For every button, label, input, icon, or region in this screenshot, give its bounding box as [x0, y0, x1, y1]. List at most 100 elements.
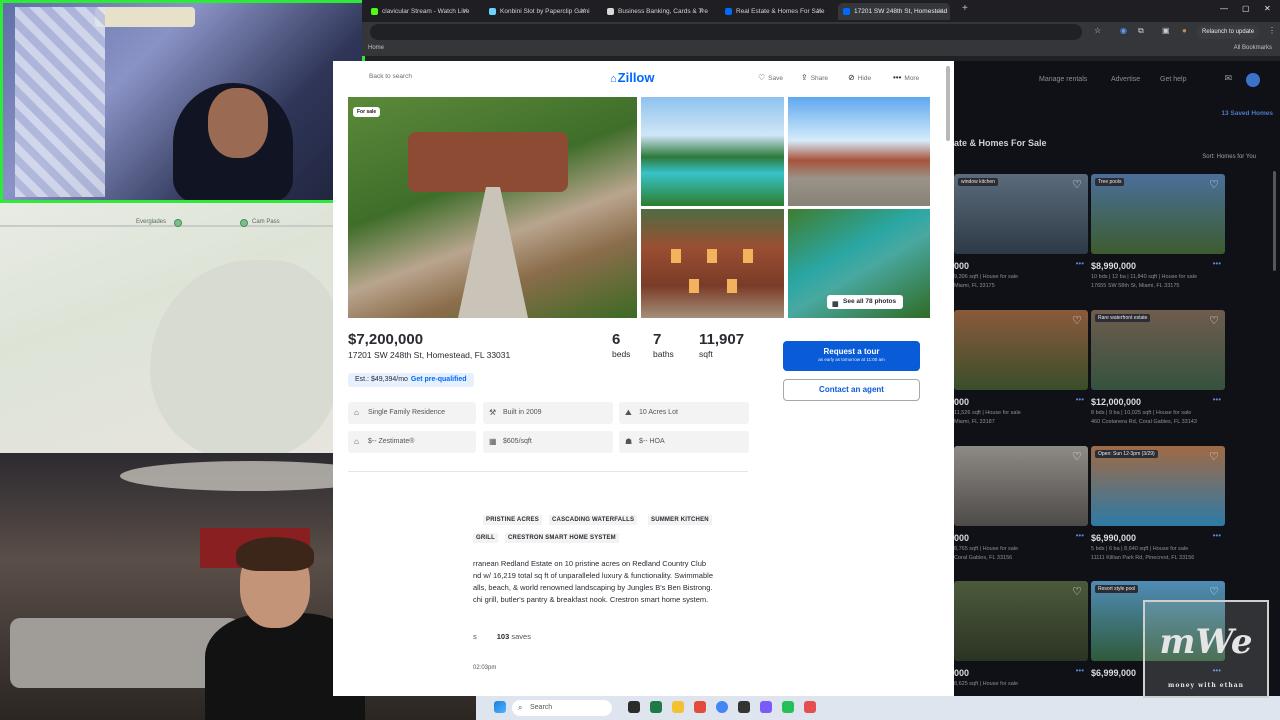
listing-card[interactable]: Tree pools ♡ $8,990,000 ••• 10 bds | 12 ba |…	[1091, 174, 1225, 302]
back-to-search-link[interactable]: Back to search	[369, 73, 412, 80]
heart-icon[interactable]: ♡	[1072, 585, 1082, 598]
more-button[interactable]: ••• More	[893, 73, 919, 82]
more-icon[interactable]: •••	[1213, 531, 1221, 540]
more-icon[interactable]: •••	[1076, 666, 1084, 675]
more-icon[interactable]: •••	[1076, 531, 1084, 540]
more-icon[interactable]: •••	[1076, 395, 1084, 404]
listing-photo[interactable]	[954, 174, 1088, 254]
listing-card[interactable]: ♡ 000 ••• 11,526 sqft | House for sale Miami…	[954, 310, 1088, 438]
nav-get-help[interactable]: Get help	[1160, 76, 1186, 83]
task-view-icon[interactable]	[628, 701, 640, 713]
photo-pool[interactable]	[641, 97, 784, 206]
windows-start-icon[interactable]	[494, 701, 506, 713]
listing-photo[interactable]	[954, 446, 1088, 526]
tab-real-estate[interactable]: Real Estate & Homes For Sale ✕	[720, 3, 828, 20]
all-bookmarks[interactable]: All Bookmarks	[1234, 45, 1272, 51]
star-icon[interactable]: ☆	[1094, 26, 1101, 35]
close-icon[interactable]: ✕	[580, 3, 586, 20]
map-panel[interactable]: Everglades Cam Pass	[0, 200, 333, 455]
close-icon[interactable]: ✕	[816, 3, 822, 20]
close-icon[interactable]: ✕	[462, 3, 468, 20]
more-icon[interactable]: •••	[1076, 259, 1084, 268]
heart-icon[interactable]: ♡	[1209, 585, 1219, 598]
puzzle-icon[interactable]: ⧉	[1138, 26, 1144, 36]
webcam-top	[0, 0, 365, 203]
more-icon[interactable]: •••	[1213, 259, 1221, 268]
bell-icon[interactable]: ✉	[1224, 73, 1232, 84]
app-icon[interactable]	[694, 701, 706, 713]
map-label: Cam Pass	[252, 219, 280, 225]
taskbar-search[interactable]: ⌕ Search	[512, 700, 612, 716]
chip-label: Built in 2009	[503, 409, 542, 416]
map-pin-icon[interactable]	[174, 219, 182, 227]
minimize-icon[interactable]: —	[1220, 4, 1228, 13]
scrollbar[interactable]	[1273, 171, 1276, 271]
more-icon[interactable]: •••	[1213, 395, 1221, 404]
tab-konbini[interactable]: Konbini Slot by Paperclip Gami ✕	[484, 3, 592, 20]
close-icon[interactable]: ✕	[698, 3, 704, 20]
profile-avatar[interactable]: ●	[1182, 26, 1187, 35]
tab-listing[interactable]: 17201 SW 248th St, Homestead ✕	[838, 3, 950, 20]
heart-icon[interactable]: ♡	[1072, 178, 1082, 191]
modal-scrollbar[interactable]	[946, 66, 950, 141]
listing-card[interactable]: Open: Sun 12-3pm (3/29) ♡ $6,990,000 ••• 5 b…	[1091, 446, 1225, 574]
menu-icon[interactable]: ⋮	[1268, 26, 1276, 35]
extension-icon[interactable]: ◉	[1120, 26, 1127, 35]
nav-advertise[interactable]: Advertise	[1111, 76, 1140, 83]
search-label: Search	[530, 704, 553, 711]
file-explorer-icon[interactable]	[672, 701, 684, 713]
relaunch-button[interactable]: Relaunch to update	[1196, 25, 1261, 39]
sort-dropdown[interactable]: Sort: Homes for You	[1202, 154, 1256, 160]
hide-button[interactable]: ⊘ Hide	[848, 73, 871, 82]
photo-main[interactable]	[348, 97, 637, 318]
save-button[interactable]: ♡ Save	[758, 73, 783, 82]
photo-facade[interactable]	[641, 209, 784, 318]
photo-gallery[interactable]	[348, 97, 930, 318]
listing-photo[interactable]	[954, 581, 1088, 661]
sidebar-icon[interactable]: ▣	[1162, 26, 1170, 35]
listing-photo[interactable]	[1091, 446, 1225, 526]
new-tab-icon[interactable]: +	[962, 3, 968, 14]
bookmark-home[interactable]: Home	[368, 45, 384, 51]
share-button[interactable]: ⇪ Share	[801, 73, 828, 82]
windows-taskbar: ⌕ Search	[476, 696, 1280, 720]
app-icon[interactable]	[738, 701, 750, 713]
tab-kick-stream[interactable]: clavicular Stream - Watch Live ✕	[366, 3, 474, 20]
price-sqft-icon: ▦	[489, 437, 497, 446]
chrome-icon[interactable]	[716, 701, 728, 713]
close-window-icon[interactable]: ✕	[1264, 4, 1271, 13]
heart-icon: ♡	[758, 73, 766, 82]
listing-card[interactable]: ♡ 000 ••• 8,765 sqft | House for sale Coral …	[954, 446, 1088, 574]
listing-photo[interactable]	[1091, 310, 1225, 390]
obs-icon[interactable]	[804, 701, 816, 713]
tab-banking[interactable]: Business Banking, Cards & Tre ✕	[602, 3, 710, 20]
maximize-icon[interactable]: ▢	[1242, 4, 1250, 13]
heart-icon[interactable]: ♡	[1209, 178, 1219, 191]
spotify-icon[interactable]	[782, 701, 794, 713]
heart-icon[interactable]: ♡	[1209, 450, 1219, 463]
map-pin-icon[interactable]	[240, 219, 248, 227]
listing-photo[interactable]	[954, 310, 1088, 390]
address-bar[interactable]	[370, 24, 1082, 40]
listing-address: 17201 SW 248th St, Homestead, FL 33031	[348, 350, 511, 360]
photo-exterior[interactable]	[788, 97, 930, 206]
saved-homes-link[interactable]: 13 Saved Homes	[1221, 110, 1273, 117]
zillow-logo[interactable]: ⌂Zillow	[610, 70, 655, 85]
listing-photo[interactable]	[1091, 174, 1225, 254]
get-prequalified-link[interactable]: Get pre-qualified	[411, 376, 467, 383]
listing-card[interactable]: Rare waterfront estate ♡ $12,000,000 ••• 8 b…	[1091, 310, 1225, 438]
heart-icon[interactable]: ♡	[1072, 314, 1082, 327]
request-tour-button[interactable]: Request a tour as early as tomorrow at 11…	[783, 341, 920, 371]
see-all-photos-button[interactable]: ▦ See all 78 photos	[827, 295, 904, 309]
nav-manage-rentals[interactable]: Manage rentals	[1039, 76, 1087, 83]
listing-card[interactable]: window kitchen ♡ 000 ••• 9,396 sqft | House …	[954, 174, 1088, 302]
heart-icon[interactable]: ♡	[1209, 314, 1219, 327]
contact-agent-button[interactable]: Contact an agent	[783, 379, 920, 401]
close-icon[interactable]: ✕	[938, 3, 944, 20]
more-icon: •••	[893, 73, 902, 82]
listing-card[interactable]: ♡ 000 ••• 8,625 sqft | House for sale	[954, 581, 1088, 696]
avatar[interactable]	[1246, 73, 1260, 87]
app-icon[interactable]	[650, 701, 662, 713]
discord-icon[interactable]	[760, 701, 772, 713]
heart-icon[interactable]: ♡	[1072, 450, 1082, 463]
